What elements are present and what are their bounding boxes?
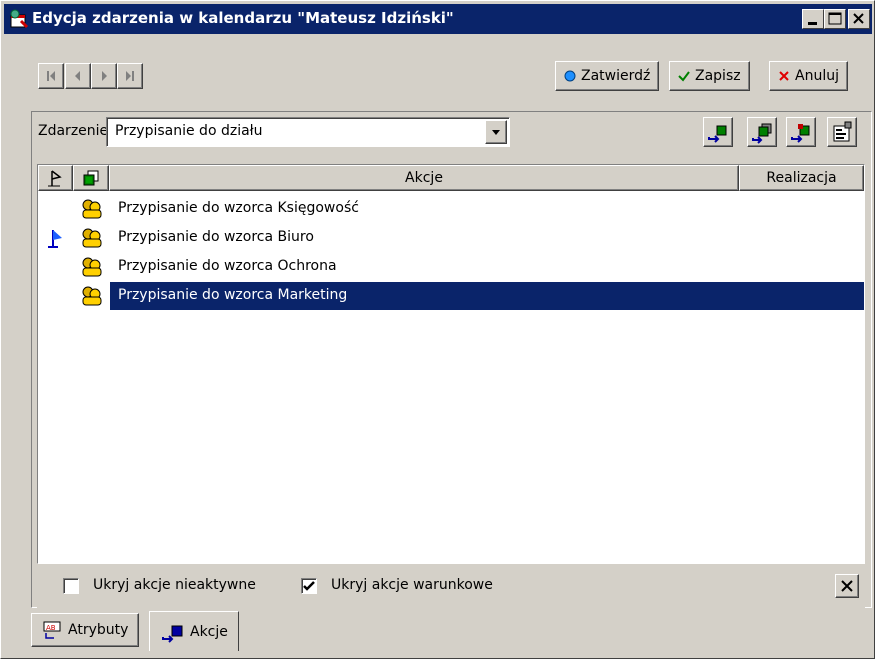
checkmark-icon: [303, 581, 315, 591]
row-label: Przypisanie do wzorca Ochrona: [118, 258, 337, 274]
people-icon: [82, 257, 102, 277]
add-action-icon: [162, 625, 183, 643]
next-record-button[interactable]: [91, 63, 117, 89]
x-icon: [779, 71, 789, 81]
first-icon: [47, 71, 55, 81]
minimize-icon: [808, 22, 817, 25]
app-icon: [10, 9, 29, 29]
hide-conditional-label[interactable]: Ukryj akcje warunkowe: [331, 577, 493, 593]
tab-actions[interactable]: Akcje: [149, 611, 239, 651]
cancel-button[interactable]: Anuluj: [769, 61, 848, 91]
blue-circle-icon: [564, 70, 576, 82]
properties-icon: [833, 121, 852, 142]
actions-list[interactable]: Akcje Realizacja Przypisanie do wzorca K…: [37, 164, 865, 564]
confirm-label: Zatwierdź: [581, 68, 651, 84]
table-row[interactable]: Przypisanie do wzorca Ochrona: [38, 253, 864, 281]
previous-icon: [75, 71, 80, 81]
cancel-label: Anuluj: [795, 68, 839, 84]
event-edit-window: Edycja zdarzenia w kalendarzu "Mateusz I…: [0, 0, 875, 659]
row-label: Przypisanie do wzorca Marketing: [110, 282, 864, 310]
last-icon: [126, 71, 134, 81]
hide-inactive-checkbox[interactable]: [63, 578, 79, 594]
copy-column-header[interactable]: [73, 165, 109, 191]
checkmark-icon: [678, 71, 690, 82]
edit-action-icon: [791, 124, 810, 143]
last-record-button[interactable]: [117, 63, 143, 89]
chevron-down-icon: [492, 130, 500, 135]
table-row-selected[interactable]: Przypisanie do wzorca Marketing: [38, 282, 864, 310]
confirm-button[interactable]: Zatwierdź: [555, 61, 660, 91]
save-button[interactable]: Zapisz: [669, 61, 750, 91]
close-button[interactable]: [848, 9, 870, 29]
hide-conditional-checkbox[interactable]: [301, 578, 317, 594]
edit-action-button[interactable]: [786, 117, 816, 147]
realization-column-header[interactable]: Realizacja: [739, 165, 864, 191]
flag-column-header[interactable]: [38, 165, 73, 191]
maximize-button[interactable]: [824, 9, 846, 29]
copy-action-button[interactable]: [747, 117, 777, 147]
table-row[interactable]: Przypisanie do wzorca Księgowość: [38, 195, 864, 223]
copy-icon: [83, 170, 99, 186]
combo-dropdown-button[interactable]: [485, 120, 507, 144]
row-label: Przypisanie do wzorca Księgowość: [118, 200, 359, 216]
close-icon: [841, 580, 853, 592]
people-icon: [82, 286, 102, 306]
window-title: Edycja zdarzenia w kalendarzu "Mateusz I…: [32, 9, 454, 27]
list-options-bar: Ukryj akcje nieaktywne Ukryj akcje warun…: [37, 564, 865, 608]
add-action-button[interactable]: [703, 117, 733, 147]
add-action-icon: [708, 125, 727, 143]
tab-attributes-label: Atrybuty: [68, 622, 129, 638]
minimize-button[interactable]: [802, 9, 824, 29]
tab-actions-label: Akcje: [190, 623, 228, 640]
hide-inactive-label[interactable]: Ukryj akcje nieaktywne: [93, 577, 256, 593]
first-record-button[interactable]: [38, 63, 64, 89]
flag-icon: [47, 170, 62, 187]
people-icon: [82, 199, 102, 219]
actions-column-header[interactable]: Akcje: [109, 165, 739, 191]
row-label: Przypisanie do wzorca Biuro: [118, 229, 314, 245]
event-combobox[interactable]: Przypisanie do działu: [106, 117, 510, 147]
svg-text:AB: AB: [46, 624, 56, 632]
blue-flag-icon: [48, 230, 62, 248]
previous-record-button[interactable]: [65, 63, 91, 89]
table-row[interactable]: Przypisanie do wzorca Biuro: [38, 224, 864, 252]
next-icon: [102, 71, 107, 81]
tab-attributes[interactable]: AB Atrybuty: [31, 613, 140, 647]
event-label: Zdarzenie:: [38, 123, 113, 139]
save-label: Zapisz: [695, 68, 741, 84]
attributes-icon: AB: [43, 621, 61, 639]
close-icon: [853, 13, 864, 24]
clear-filter-button[interactable]: [835, 574, 859, 598]
title-bar[interactable]: Edycja zdarzenia w kalendarzu "Mateusz I…: [4, 4, 872, 34]
maximize-icon: [828, 12, 842, 25]
copy-action-icon: [752, 123, 772, 144]
properties-button[interactable]: [827, 117, 857, 147]
people-icon: [82, 228, 102, 248]
event-value: Przypisanie do działu: [115, 123, 263, 139]
